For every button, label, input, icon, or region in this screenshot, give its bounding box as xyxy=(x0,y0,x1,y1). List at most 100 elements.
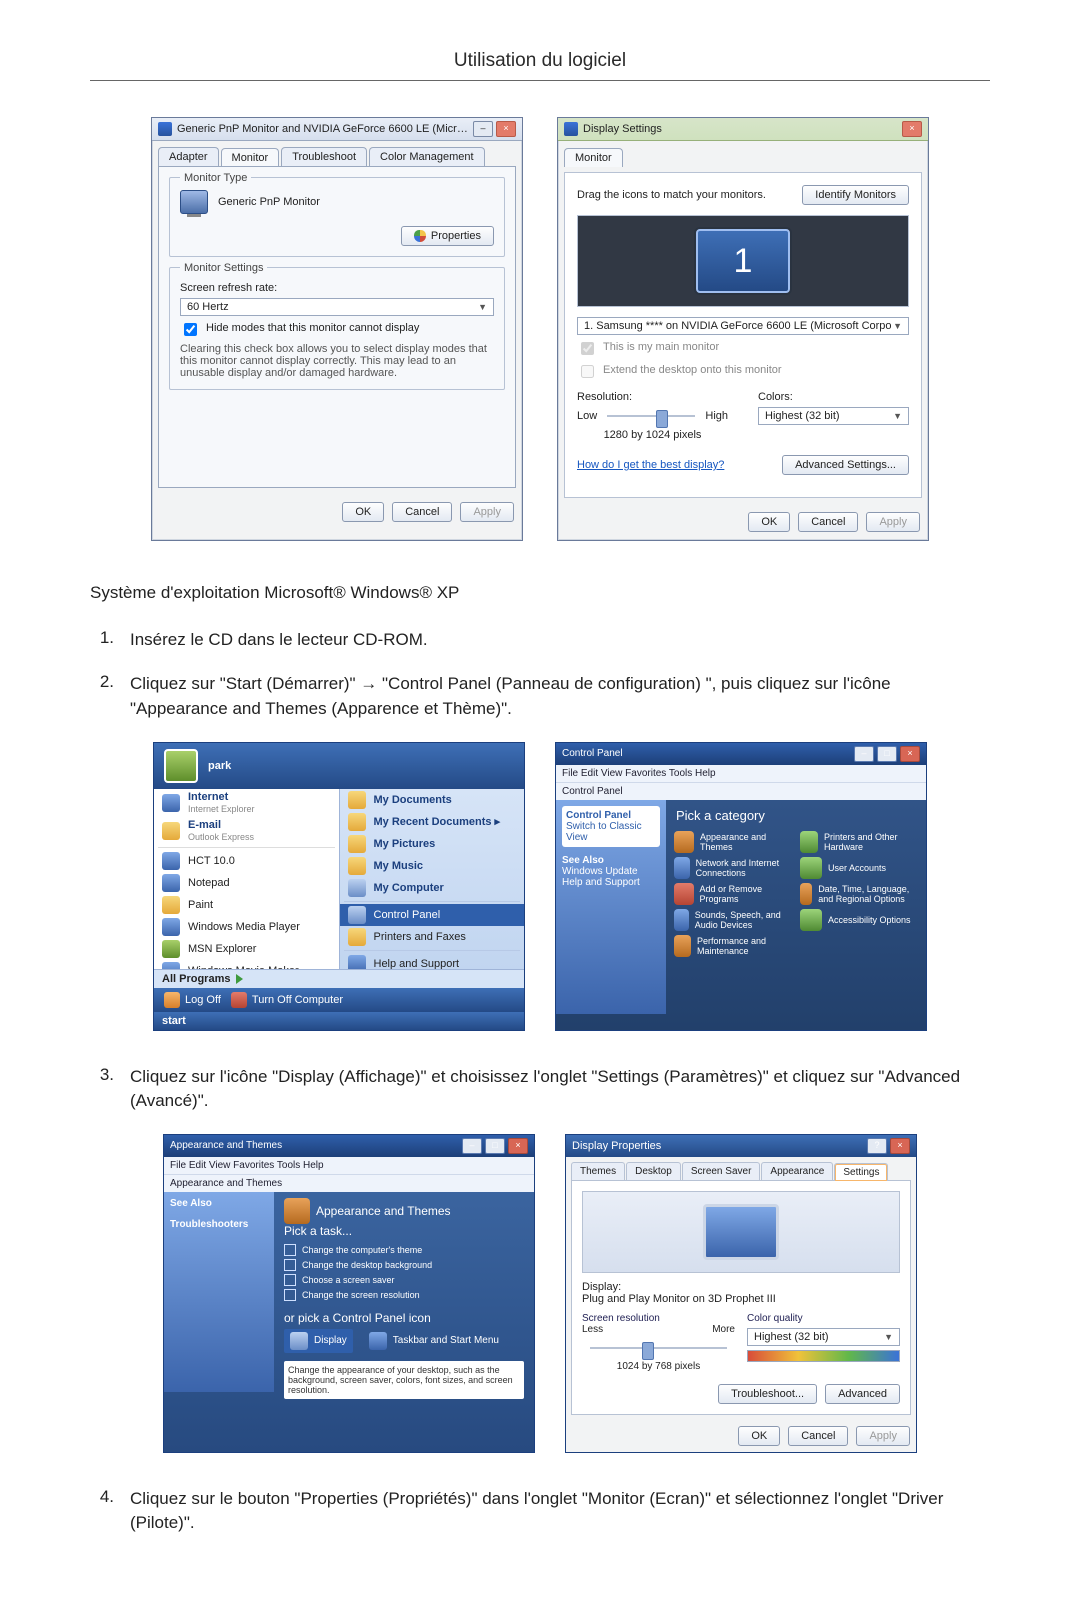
start-left-item[interactable]: Notepad xyxy=(154,872,339,894)
maximize-icon[interactable]: □ xyxy=(485,1138,505,1154)
item-sublabel: Internet Explorer xyxy=(188,804,255,814)
refresh-rate-select[interactable]: 60 Hertz ▼ xyxy=(180,298,494,316)
start-left-item[interactable]: HCT 10.0 xyxy=(154,850,339,872)
task-bullet-icon xyxy=(284,1289,296,1301)
start-right-control-panel[interactable]: Control Panel xyxy=(340,904,525,926)
cp-cat-sounds[interactable]: Sounds, Speech, and Audio Devices xyxy=(674,909,792,931)
close-icon[interactable]: × xyxy=(508,1138,528,1154)
close-icon[interactable]: × xyxy=(900,746,920,762)
tab-monitor[interactable]: Monitor xyxy=(221,148,280,167)
cp-cat-accessibility[interactable]: Accessibility Options xyxy=(800,909,918,931)
resolution-value: 1024 by 768 pixels xyxy=(582,1361,735,1372)
tab-desktop[interactable]: Desktop xyxy=(626,1162,681,1180)
screenshot-row-3: Appearance and Themes –□× File Edit View… xyxy=(90,1134,990,1453)
start-left-item[interactable]: InternetInternet Explorer xyxy=(154,789,339,817)
tab-monitor[interactable]: Monitor xyxy=(564,148,623,167)
category-label: Printers and Other Hardware xyxy=(824,832,918,852)
advanced-settings-button[interactable]: Advanced Settings... xyxy=(782,455,909,475)
minimize-icon[interactable]: – xyxy=(854,746,874,762)
start-right-item[interactable]: Printers and Faxes xyxy=(340,926,525,948)
monitor-arrangement-preview[interactable]: 1 xyxy=(577,215,909,307)
ok-button[interactable]: OK xyxy=(748,512,790,532)
all-programs-button[interactable]: All Programs xyxy=(162,973,243,985)
turnoff-button[interactable]: Turn Off Computer xyxy=(231,992,343,1008)
tab-adapter[interactable]: Adapter xyxy=(158,147,219,166)
ap-addressbar[interactable]: Appearance and Themes xyxy=(164,1174,534,1192)
taskbar-icon-item[interactable]: Taskbar and Start Menu xyxy=(363,1329,505,1353)
minimize-icon[interactable]: – xyxy=(462,1138,482,1154)
tab-screensaver[interactable]: Screen Saver xyxy=(682,1162,761,1180)
chevron-down-icon: ▼ xyxy=(884,1332,893,1342)
close-icon[interactable]: × xyxy=(890,1138,910,1154)
tab-themes[interactable]: Themes xyxy=(571,1162,625,1180)
identify-monitors-button[interactable]: Identify Monitors xyxy=(802,185,909,205)
tab-troubleshoot[interactable]: Troubleshoot xyxy=(281,147,367,166)
cp-cat-users[interactable]: User Accounts xyxy=(800,857,918,879)
cp-cat-addremove[interactable]: Add or Remove Programs xyxy=(674,883,792,905)
cp-cat-datetime[interactable]: Date, Time, Language, and Regional Optio… xyxy=(800,883,918,905)
app-icon xyxy=(162,874,180,892)
chevron-down-icon: ▼ xyxy=(893,321,902,331)
tab-appearance[interactable]: Appearance xyxy=(761,1162,833,1180)
switch-view-link[interactable]: Switch to Classic View xyxy=(566,821,642,843)
minimize-icon[interactable]: – xyxy=(473,121,493,137)
start-right-item[interactable]: My Documents xyxy=(340,789,525,811)
properties-button[interactable]: Properties xyxy=(401,226,494,246)
seealso-item[interactable]: Windows Update xyxy=(562,866,660,877)
tab-settings[interactable]: Settings xyxy=(834,1163,888,1181)
apply-button[interactable]: Apply xyxy=(856,1426,910,1446)
start-right-item[interactable]: My Pictures xyxy=(340,833,525,855)
apply-button[interactable]: Apply xyxy=(460,502,514,522)
task-item[interactable]: Change the computer's theme xyxy=(284,1244,524,1256)
start-right-item[interactable]: My Recent Documents ▸ xyxy=(340,811,525,833)
start-left-item[interactable]: E-mailOutlook Express xyxy=(154,817,339,845)
monitor-1-card[interactable]: 1 xyxy=(696,229,790,293)
logoff-icon xyxy=(164,992,180,1008)
advanced-button[interactable]: Advanced xyxy=(825,1384,900,1404)
start-right-item[interactable]: My Computer xyxy=(340,877,525,899)
cp-cat-printers[interactable]: Printers and Other Hardware xyxy=(800,831,918,853)
tab-color-management[interactable]: Color Management xyxy=(369,147,485,166)
start-right-item[interactable]: Help and Support xyxy=(340,953,525,969)
cancel-button[interactable]: Cancel xyxy=(798,512,858,532)
ok-button[interactable]: OK xyxy=(738,1426,780,1446)
best-display-link[interactable]: How do I get the best display? xyxy=(577,459,724,471)
display-settings-dialog: Display Settings × Monitor Drag the icon… xyxy=(557,117,929,541)
start-left-item[interactable]: Paint xyxy=(154,894,339,916)
cancel-button[interactable]: Cancel xyxy=(392,502,452,522)
cp-addressbar[interactable]: Control Panel xyxy=(556,782,926,800)
task-item[interactable]: Choose a screen saver xyxy=(284,1274,524,1286)
troubleshoot-button[interactable]: Troubleshoot... xyxy=(718,1384,817,1404)
display-icon-item[interactable]: Display xyxy=(284,1329,353,1353)
maximize-icon[interactable]: □ xyxy=(877,746,897,762)
icon-label: Display xyxy=(314,1335,347,1346)
start-left-item[interactable]: Windows Movie Maker xyxy=(154,960,339,969)
display-properties-dialog: Display Properties ? × Themes Desktop Sc… xyxy=(565,1134,917,1453)
help-icon[interactable]: ? xyxy=(867,1138,887,1154)
taskbar-start[interactable]: start xyxy=(154,1012,524,1030)
resolution-slider[interactable] xyxy=(590,1341,727,1355)
close-icon[interactable]: × xyxy=(902,121,922,137)
start-left-item[interactable]: Windows Media Player xyxy=(154,916,339,938)
cp-cat-performance[interactable]: Performance and Maintenance xyxy=(674,935,792,957)
cancel-button[interactable]: Cancel xyxy=(788,1426,848,1446)
start-right-item[interactable]: My Music xyxy=(340,855,525,877)
seealso-item[interactable]: Help and Support xyxy=(562,877,660,888)
monitor-select[interactable]: 1. Samsung **** on NVIDIA GeForce 6600 L… xyxy=(577,317,909,335)
logoff-button[interactable]: Log Off xyxy=(164,992,221,1008)
ok-button[interactable]: OK xyxy=(342,502,384,522)
category-icon xyxy=(674,909,689,931)
cp-side-pane: Control Panel Switch to Classic View See… xyxy=(556,800,666,1014)
task-item[interactable]: Change the desktop background xyxy=(284,1259,524,1271)
color-quality-select[interactable]: Highest (32 bit) ▼ xyxy=(747,1328,900,1346)
cp-cat-network[interactable]: Network and Internet Connections xyxy=(674,857,792,879)
close-icon[interactable]: × xyxy=(496,121,516,137)
task-item[interactable]: Change the screen resolution xyxy=(284,1289,524,1301)
resolution-slider[interactable] xyxy=(607,409,695,423)
apply-button[interactable]: Apply xyxy=(866,512,920,532)
start-left-item[interactable]: MSN Explorer xyxy=(154,938,339,960)
step-text: Cliquez sur l'icône "Display (Affichage)… xyxy=(130,1065,990,1114)
cp-cat-appearance[interactable]: Appearance and Themes xyxy=(674,831,792,853)
colors-select[interactable]: Highest (32 bit) ▼ xyxy=(758,407,909,425)
hide-modes-checkbox[interactable] xyxy=(184,323,197,336)
